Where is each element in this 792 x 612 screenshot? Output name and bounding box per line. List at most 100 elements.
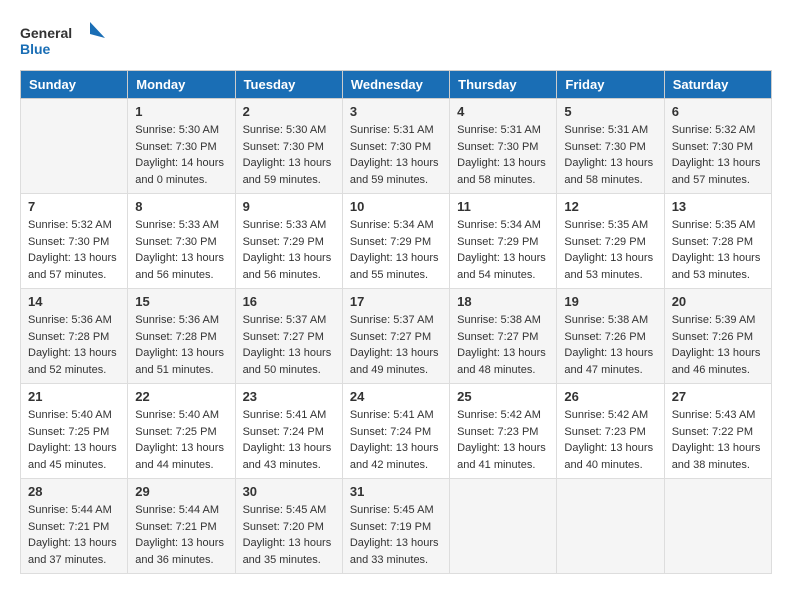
- svg-text:General: General: [20, 25, 72, 41]
- day-number: 15: [135, 294, 227, 309]
- day-number: 26: [564, 389, 656, 404]
- day-detail: Sunrise: 5:35 AMSunset: 7:29 PMDaylight:…: [564, 217, 656, 283]
- day-number: 7: [28, 199, 120, 214]
- calendar-cell: 17 Sunrise: 5:37 AMSunset: 7:27 PMDaylig…: [342, 289, 449, 384]
- day-number: 23: [243, 389, 335, 404]
- calendar-cell: 7 Sunrise: 5:32 AMSunset: 7:30 PMDayligh…: [21, 194, 128, 289]
- day-detail: Sunrise: 5:32 AMSunset: 7:30 PMDaylight:…: [672, 122, 764, 188]
- calendar-body: 1 Sunrise: 5:30 AMSunset: 7:30 PMDayligh…: [21, 99, 772, 574]
- day-detail: Sunrise: 5:38 AMSunset: 7:27 PMDaylight:…: [457, 312, 549, 378]
- day-detail: Sunrise: 5:31 AMSunset: 7:30 PMDaylight:…: [457, 122, 549, 188]
- day-number: 30: [243, 484, 335, 499]
- day-detail: Sunrise: 5:44 AMSunset: 7:21 PMDaylight:…: [28, 502, 120, 568]
- day-detail: Sunrise: 5:43 AMSunset: 7:22 PMDaylight:…: [672, 407, 764, 473]
- day-number: 11: [457, 199, 549, 214]
- day-detail: Sunrise: 5:30 AMSunset: 7:30 PMDaylight:…: [243, 122, 335, 188]
- calendar-cell: [557, 479, 664, 574]
- page-header: General Blue: [20, 20, 772, 60]
- day-detail: Sunrise: 5:45 AMSunset: 7:20 PMDaylight:…: [243, 502, 335, 568]
- calendar-cell: 28 Sunrise: 5:44 AMSunset: 7:21 PMDaylig…: [21, 479, 128, 574]
- day-detail: Sunrise: 5:37 AMSunset: 7:27 PMDaylight:…: [350, 312, 442, 378]
- day-detail: Sunrise: 5:37 AMSunset: 7:27 PMDaylight:…: [243, 312, 335, 378]
- calendar-week-row: 1 Sunrise: 5:30 AMSunset: 7:30 PMDayligh…: [21, 99, 772, 194]
- calendar-cell: 3 Sunrise: 5:31 AMSunset: 7:30 PMDayligh…: [342, 99, 449, 194]
- day-number: 5: [564, 104, 656, 119]
- day-number: 25: [457, 389, 549, 404]
- weekday-header-saturday: Saturday: [664, 71, 771, 99]
- calendar-cell: 15 Sunrise: 5:36 AMSunset: 7:28 PMDaylig…: [128, 289, 235, 384]
- day-number: 27: [672, 389, 764, 404]
- calendar-cell: 26 Sunrise: 5:42 AMSunset: 7:23 PMDaylig…: [557, 384, 664, 479]
- day-number: 12: [564, 199, 656, 214]
- svg-text:Blue: Blue: [20, 41, 51, 57]
- calendar-cell: 4 Sunrise: 5:31 AMSunset: 7:30 PMDayligh…: [450, 99, 557, 194]
- day-detail: Sunrise: 5:45 AMSunset: 7:19 PMDaylight:…: [350, 502, 442, 568]
- day-detail: Sunrise: 5:31 AMSunset: 7:30 PMDaylight:…: [564, 122, 656, 188]
- day-number: 21: [28, 389, 120, 404]
- day-detail: Sunrise: 5:38 AMSunset: 7:26 PMDaylight:…: [564, 312, 656, 378]
- calendar-header: SundayMondayTuesdayWednesdayThursdayFrid…: [21, 71, 772, 99]
- day-number: 1: [135, 104, 227, 119]
- day-detail: Sunrise: 5:41 AMSunset: 7:24 PMDaylight:…: [350, 407, 442, 473]
- calendar-cell: 12 Sunrise: 5:35 AMSunset: 7:29 PMDaylig…: [557, 194, 664, 289]
- day-number: 10: [350, 199, 442, 214]
- calendar-cell: 24 Sunrise: 5:41 AMSunset: 7:24 PMDaylig…: [342, 384, 449, 479]
- day-detail: Sunrise: 5:35 AMSunset: 7:28 PMDaylight:…: [672, 217, 764, 283]
- day-number: 29: [135, 484, 227, 499]
- calendar-cell: 2 Sunrise: 5:30 AMSunset: 7:30 PMDayligh…: [235, 99, 342, 194]
- calendar-cell: 11 Sunrise: 5:34 AMSunset: 7:29 PMDaylig…: [450, 194, 557, 289]
- weekday-header-friday: Friday: [557, 71, 664, 99]
- calendar-cell: 14 Sunrise: 5:36 AMSunset: 7:28 PMDaylig…: [21, 289, 128, 384]
- day-detail: Sunrise: 5:40 AMSunset: 7:25 PMDaylight:…: [28, 407, 120, 473]
- calendar-cell: 8 Sunrise: 5:33 AMSunset: 7:30 PMDayligh…: [128, 194, 235, 289]
- day-number: 6: [672, 104, 764, 119]
- weekday-header-wednesday: Wednesday: [342, 71, 449, 99]
- calendar-cell: [664, 479, 771, 574]
- calendar-cell: [21, 99, 128, 194]
- day-number: 22: [135, 389, 227, 404]
- calendar-cell: 23 Sunrise: 5:41 AMSunset: 7:24 PMDaylig…: [235, 384, 342, 479]
- day-number: 18: [457, 294, 549, 309]
- day-number: 28: [28, 484, 120, 499]
- day-detail: Sunrise: 5:42 AMSunset: 7:23 PMDaylight:…: [457, 407, 549, 473]
- calendar-cell: 16 Sunrise: 5:37 AMSunset: 7:27 PMDaylig…: [235, 289, 342, 384]
- calendar-cell: 30 Sunrise: 5:45 AMSunset: 7:20 PMDaylig…: [235, 479, 342, 574]
- calendar-cell: 6 Sunrise: 5:32 AMSunset: 7:30 PMDayligh…: [664, 99, 771, 194]
- calendar-cell: 18 Sunrise: 5:38 AMSunset: 7:27 PMDaylig…: [450, 289, 557, 384]
- calendar-week-row: 28 Sunrise: 5:44 AMSunset: 7:21 PMDaylig…: [21, 479, 772, 574]
- weekday-header-sunday: Sunday: [21, 71, 128, 99]
- weekday-header-monday: Monday: [128, 71, 235, 99]
- calendar-cell: [450, 479, 557, 574]
- day-number: 9: [243, 199, 335, 214]
- day-detail: Sunrise: 5:30 AMSunset: 7:30 PMDaylight:…: [135, 122, 227, 188]
- calendar-cell: 29 Sunrise: 5:44 AMSunset: 7:21 PMDaylig…: [128, 479, 235, 574]
- calendar-cell: 20 Sunrise: 5:39 AMSunset: 7:26 PMDaylig…: [664, 289, 771, 384]
- day-detail: Sunrise: 5:44 AMSunset: 7:21 PMDaylight:…: [135, 502, 227, 568]
- day-number: 14: [28, 294, 120, 309]
- day-number: 8: [135, 199, 227, 214]
- day-number: 24: [350, 389, 442, 404]
- day-detail: Sunrise: 5:39 AMSunset: 7:26 PMDaylight:…: [672, 312, 764, 378]
- day-detail: Sunrise: 5:33 AMSunset: 7:29 PMDaylight:…: [243, 217, 335, 283]
- day-number: 3: [350, 104, 442, 119]
- day-detail: Sunrise: 5:31 AMSunset: 7:30 PMDaylight:…: [350, 122, 442, 188]
- day-detail: Sunrise: 5:36 AMSunset: 7:28 PMDaylight:…: [28, 312, 120, 378]
- calendar-week-row: 21 Sunrise: 5:40 AMSunset: 7:25 PMDaylig…: [21, 384, 772, 479]
- day-number: 2: [243, 104, 335, 119]
- calendar-cell: 27 Sunrise: 5:43 AMSunset: 7:22 PMDaylig…: [664, 384, 771, 479]
- day-detail: Sunrise: 5:32 AMSunset: 7:30 PMDaylight:…: [28, 217, 120, 283]
- day-detail: Sunrise: 5:34 AMSunset: 7:29 PMDaylight:…: [457, 217, 549, 283]
- day-number: 17: [350, 294, 442, 309]
- calendar-table: SundayMondayTuesdayWednesdayThursdayFrid…: [20, 70, 772, 574]
- day-detail: Sunrise: 5:36 AMSunset: 7:28 PMDaylight:…: [135, 312, 227, 378]
- day-detail: Sunrise: 5:34 AMSunset: 7:29 PMDaylight:…: [350, 217, 442, 283]
- day-number: 20: [672, 294, 764, 309]
- day-detail: Sunrise: 5:33 AMSunset: 7:30 PMDaylight:…: [135, 217, 227, 283]
- day-number: 19: [564, 294, 656, 309]
- calendar-cell: 21 Sunrise: 5:40 AMSunset: 7:25 PMDaylig…: [21, 384, 128, 479]
- calendar-week-row: 7 Sunrise: 5:32 AMSunset: 7:30 PMDayligh…: [21, 194, 772, 289]
- logo: General Blue: [20, 20, 110, 60]
- calendar-cell: 5 Sunrise: 5:31 AMSunset: 7:30 PMDayligh…: [557, 99, 664, 194]
- day-detail: Sunrise: 5:40 AMSunset: 7:25 PMDaylight:…: [135, 407, 227, 473]
- calendar-cell: 9 Sunrise: 5:33 AMSunset: 7:29 PMDayligh…: [235, 194, 342, 289]
